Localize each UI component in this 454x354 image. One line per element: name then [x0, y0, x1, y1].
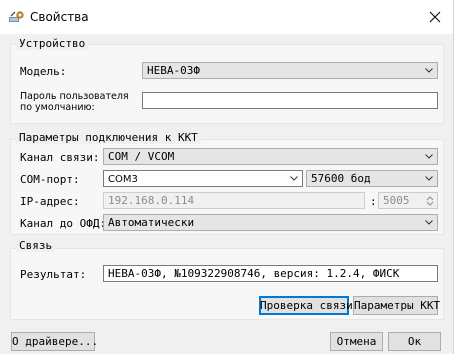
link-group-legend: Связь	[16, 239, 56, 252]
chevron-down-icon	[425, 176, 433, 181]
kkt-params-button[interactable]: Параметры ККТ	[353, 296, 440, 315]
ofd-channel-select-value: Автоматически	[108, 216, 195, 229]
chevron-down-icon	[425, 68, 433, 73]
com-port-select-value: COM3	[108, 174, 138, 185]
ofd-channel-select[interactable]: Автоматически	[103, 214, 438, 231]
window-title: Свойства	[30, 10, 89, 24]
com-port-select[interactable]: COM3	[103, 170, 303, 187]
about-driver-button[interactable]: О драйвере...	[11, 332, 98, 351]
baud-rate-select-value: 57600 бод	[311, 172, 371, 185]
model-label: Модель:	[20, 65, 67, 78]
com-port-label: COM-порт:	[20, 173, 80, 186]
title-bar: Свойства	[0, 0, 453, 34]
model-select-value: НЕВА-03Ф	[147, 64, 200, 77]
ip-port-separator: :	[370, 195, 377, 208]
password-field[interactable]	[142, 92, 438, 109]
check-connection-button[interactable]: Проверка связи	[259, 296, 353, 315]
wrench-gear-icon	[9, 11, 24, 22]
channel-label: Канал связи:	[20, 151, 100, 164]
ip-port-value: 5005	[383, 194, 410, 207]
spinner-arrows-icon	[426, 196, 434, 206]
ip-address-value: 192.168.0.114	[108, 194, 195, 207]
close-icon[interactable]	[427, 9, 443, 25]
password-label: Пароль пользователя по умолчанию:	[20, 91, 129, 113]
ofd-channel-label: Канал до ОФД:	[20, 217, 107, 230]
cancel-button[interactable]: Отмена	[330, 332, 383, 351]
ip-address-field[interactable]: 192.168.0.114	[103, 192, 365, 209]
connection-group-legend: Параметры подключения к ККТ	[16, 131, 201, 144]
properties-dialog: Свойства Устройство Модель: НЕВА-03Ф Пар…	[0, 0, 454, 354]
ip-port-spinner[interactable]: 5005	[378, 192, 438, 209]
result-field[interactable]: НЕВА-03Ф, №109322908746, версия: 1.2.4, …	[103, 265, 438, 282]
chevron-down-icon	[425, 154, 433, 159]
chevron-down-icon	[425, 220, 433, 225]
ok-button[interactable]: Ок	[388, 332, 441, 351]
result-label: Результат:	[20, 268, 87, 281]
ip-address-label: IP-адрес:	[20, 195, 80, 208]
chevron-down-icon	[290, 176, 298, 181]
channel-select-value: COM / VCOM	[108, 150, 175, 163]
device-group-legend: Устройство	[16, 37, 89, 50]
baud-rate-select[interactable]: 57600 бод	[306, 170, 438, 187]
channel-select[interactable]: COM / VCOM	[103, 148, 438, 165]
model-select[interactable]: НЕВА-03Ф	[142, 62, 438, 79]
